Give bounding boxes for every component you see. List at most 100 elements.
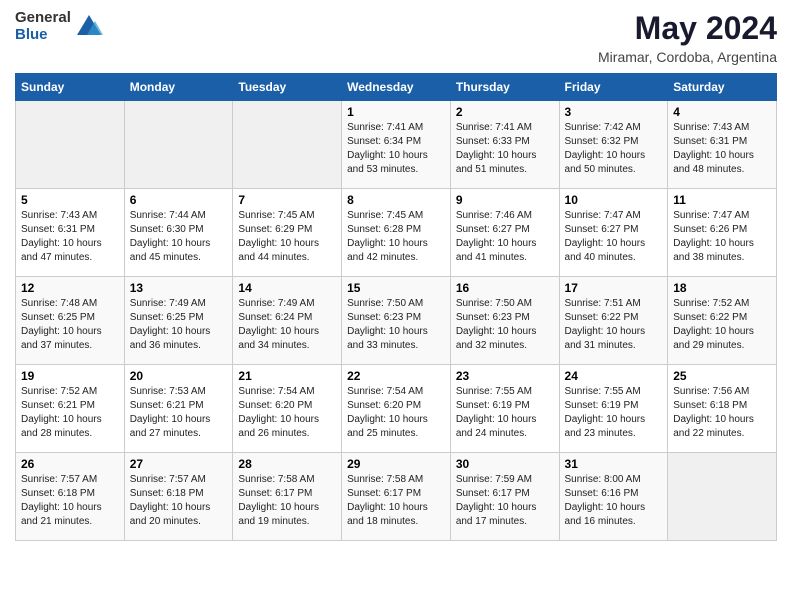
calendar-cell <box>233 101 342 189</box>
day-info: Sunrise: 7:53 AM Sunset: 6:21 PM Dayligh… <box>130 385 228 441</box>
day-number: 16 <box>456 281 554 295</box>
calendar-cell: 10Sunrise: 7:47 AM Sunset: 6:27 PM Dayli… <box>559 189 668 277</box>
calendar-cell: 29Sunrise: 7:58 AM Sunset: 6:17 PM Dayli… <box>342 453 451 541</box>
day-number: 17 <box>565 281 663 295</box>
main-title: May 2024 <box>598 10 777 47</box>
day-info: Sunrise: 7:52 AM Sunset: 6:22 PM Dayligh… <box>673 297 771 353</box>
calendar-cell: 1Sunrise: 7:41 AM Sunset: 6:34 PM Daylig… <box>342 101 451 189</box>
calendar-cell: 7 Sunrise: 7:45 AM Sunset: 6:29 PM Daylig… <box>233 189 342 277</box>
day-info: Sunrise: 7:50 AM Sunset: 6:23 PM Dayligh… <box>347 297 445 353</box>
calendar-cell: 13Sunrise: 7:49 AM Sunset: 6:25 PM Dayli… <box>124 277 233 365</box>
calendar-cell: 27Sunrise: 7:57 AM Sunset: 6:18 PM Dayli… <box>124 453 233 541</box>
calendar-cell: 23 Sunrise: 7:55 AM Sunset: 6:19 PM Dayli… <box>450 365 559 453</box>
calendar-cell: 3 Sunrise: 7:42 AM Sunset: 6:32 PM Daylig… <box>559 101 668 189</box>
day-header-friday: Friday <box>559 74 668 101</box>
calendar-cell: 15 Sunrise: 7:50 AM Sunset: 6:23 PM Dayli… <box>342 277 451 365</box>
day-number: 11 <box>673 193 771 207</box>
day-number: 26 <box>21 457 119 471</box>
day-number: 25 <box>673 369 771 383</box>
day-number: 30 <box>456 457 554 471</box>
calendar-cell: 12 Sunrise: 7:48 AM Sunset: 6:25 PM Dayli… <box>16 277 125 365</box>
calendar-cell: 5 Sunrise: 7:43 AM Sunset: 6:31 PM Daylig… <box>16 189 125 277</box>
day-header-tuesday: Tuesday <box>233 74 342 101</box>
calendar-cell: 22 Sunrise: 7:54 AM Sunset: 6:20 PM Dayli… <box>342 365 451 453</box>
day-number: 27 <box>130 457 228 471</box>
calendar-cell: 4 Sunrise: 7:43 AM Sunset: 6:31 PM Daylig… <box>668 101 777 189</box>
day-info: Sunrise: 7:41 AM Sunset: 6:33 PM Dayligh… <box>456 121 554 177</box>
logo-icon <box>75 13 103 41</box>
day-header-monday: Monday <box>124 74 233 101</box>
calendar-cell: 28 Sunrise: 7:58 AM Sunset: 6:17 PM Dayli… <box>233 453 342 541</box>
calendar-week-row: 1Sunrise: 7:41 AM Sunset: 6:34 PM Daylig… <box>16 101 777 189</box>
day-number: 20 <box>130 369 228 383</box>
day-info: Sunrise: 7:58 AM Sunset: 6:17 PM Dayligh… <box>347 473 445 529</box>
day-info: Sunrise: 7:52 AM Sunset: 6:21 PM Dayligh… <box>21 385 119 441</box>
day-number: 4 <box>673 105 771 119</box>
day-info: Sunrise: 7:54 AM Sunset: 6:20 PM Dayligh… <box>238 385 336 441</box>
day-number: 23 <box>456 369 554 383</box>
day-info: Sunrise: 7:51 AM Sunset: 6:22 PM Dayligh… <box>565 297 663 353</box>
day-number: 2 <box>456 105 554 119</box>
calendar-cell <box>668 453 777 541</box>
day-number: 19 <box>21 369 119 383</box>
day-info: Sunrise: 7:45 AM Sunset: 6:29 PM Dayligh… <box>238 209 336 265</box>
logo: General Blue <box>15 10 103 43</box>
day-info: Sunrise: 7:56 AM Sunset: 6:18 PM Dayligh… <box>673 385 771 441</box>
day-info: Sunrise: 7:45 AM Sunset: 6:28 PM Dayligh… <box>347 209 445 265</box>
day-number: 9 <box>456 193 554 207</box>
calendar-cell: 31 Sunrise: 8:00 AM Sunset: 6:16 PM Dayli… <box>559 453 668 541</box>
day-info: Sunrise: 7:55 AM Sunset: 6:19 PM Dayligh… <box>456 385 554 441</box>
day-info: Sunrise: 7:42 AM Sunset: 6:32 PM Dayligh… <box>565 121 663 177</box>
calendar-cell: 20 Sunrise: 7:53 AM Sunset: 6:21 PM Dayli… <box>124 365 233 453</box>
calendar-cell: 6Sunrise: 7:44 AM Sunset: 6:30 PM Daylig… <box>124 189 233 277</box>
calendar-cell: 25 Sunrise: 7:56 AM Sunset: 6:18 PM Dayli… <box>668 365 777 453</box>
day-info: Sunrise: 8:00 AM Sunset: 6:16 PM Dayligh… <box>565 473 663 529</box>
day-info: Sunrise: 7:46 AM Sunset: 6:27 PM Dayligh… <box>456 209 554 265</box>
day-info: Sunrise: 7:47 AM Sunset: 6:26 PM Dayligh… <box>673 209 771 265</box>
day-number: 5 <box>21 193 119 207</box>
day-info: Sunrise: 7:54 AM Sunset: 6:20 PM Dayligh… <box>347 385 445 441</box>
day-info: Sunrise: 7:49 AM Sunset: 6:24 PM Dayligh… <box>238 297 336 353</box>
calendar-cell: 17 Sunrise: 7:51 AM Sunset: 6:22 PM Dayli… <box>559 277 668 365</box>
day-info: Sunrise: 7:48 AM Sunset: 6:25 PM Dayligh… <box>21 297 119 353</box>
calendar-cell: 21Sunrise: 7:54 AM Sunset: 6:20 PM Dayli… <box>233 365 342 453</box>
day-number: 15 <box>347 281 445 295</box>
title-block: May 2024 Miramar, Cordoba, Argentina <box>598 10 777 65</box>
calendar-cell <box>124 101 233 189</box>
day-number: 22 <box>347 369 445 383</box>
day-header-saturday: Saturday <box>668 74 777 101</box>
day-info: Sunrise: 7:58 AM Sunset: 6:17 PM Dayligh… <box>238 473 336 529</box>
calendar-cell <box>16 101 125 189</box>
day-info: Sunrise: 7:50 AM Sunset: 6:23 PM Dayligh… <box>456 297 554 353</box>
day-number: 18 <box>673 281 771 295</box>
day-info: Sunrise: 7:43 AM Sunset: 6:31 PM Dayligh… <box>21 209 119 265</box>
calendar-cell: 9 Sunrise: 7:46 AM Sunset: 6:27 PM Daylig… <box>450 189 559 277</box>
calendar-cell: 16 Sunrise: 7:50 AM Sunset: 6:23 PM Dayli… <box>450 277 559 365</box>
day-number: 24 <box>565 369 663 383</box>
calendar-table: SundayMondayTuesdayWednesdayThursdayFrid… <box>15 73 777 541</box>
day-number: 28 <box>238 457 336 471</box>
calendar-cell: 8 Sunrise: 7:45 AM Sunset: 6:28 PM Daylig… <box>342 189 451 277</box>
day-info: Sunrise: 7:57 AM Sunset: 6:18 PM Dayligh… <box>21 473 119 529</box>
calendar-week-row: 5 Sunrise: 7:43 AM Sunset: 6:31 PM Daylig… <box>16 189 777 277</box>
calendar-cell: 19 Sunrise: 7:52 AM Sunset: 6:21 PM Dayli… <box>16 365 125 453</box>
day-header-sunday: Sunday <box>16 74 125 101</box>
calendar-cell: 11 Sunrise: 7:47 AM Sunset: 6:26 PM Dayli… <box>668 189 777 277</box>
day-number: 12 <box>21 281 119 295</box>
day-info: Sunrise: 7:43 AM Sunset: 6:31 PM Dayligh… <box>673 121 771 177</box>
calendar-cell: 30 Sunrise: 7:59 AM Sunset: 6:17 PM Dayli… <box>450 453 559 541</box>
calendar-week-row: 19 Sunrise: 7:52 AM Sunset: 6:21 PM Dayli… <box>16 365 777 453</box>
day-info: Sunrise: 7:41 AM Sunset: 6:34 PM Dayligh… <box>347 121 445 177</box>
day-number: 7 <box>238 193 336 207</box>
day-info: Sunrise: 7:59 AM Sunset: 6:17 PM Dayligh… <box>456 473 554 529</box>
day-number: 10 <box>565 193 663 207</box>
day-info: Sunrise: 7:49 AM Sunset: 6:25 PM Dayligh… <box>130 297 228 353</box>
day-number: 8 <box>347 193 445 207</box>
subtitle: Miramar, Cordoba, Argentina <box>598 49 777 65</box>
day-number: 31 <box>565 457 663 471</box>
day-number: 3 <box>565 105 663 119</box>
calendar-cell: 14Sunrise: 7:49 AM Sunset: 6:24 PM Dayli… <box>233 277 342 365</box>
day-info: Sunrise: 7:55 AM Sunset: 6:19 PM Dayligh… <box>565 385 663 441</box>
calendar-cell: 2 Sunrise: 7:41 AM Sunset: 6:33 PM Daylig… <box>450 101 559 189</box>
day-header-thursday: Thursday <box>450 74 559 101</box>
